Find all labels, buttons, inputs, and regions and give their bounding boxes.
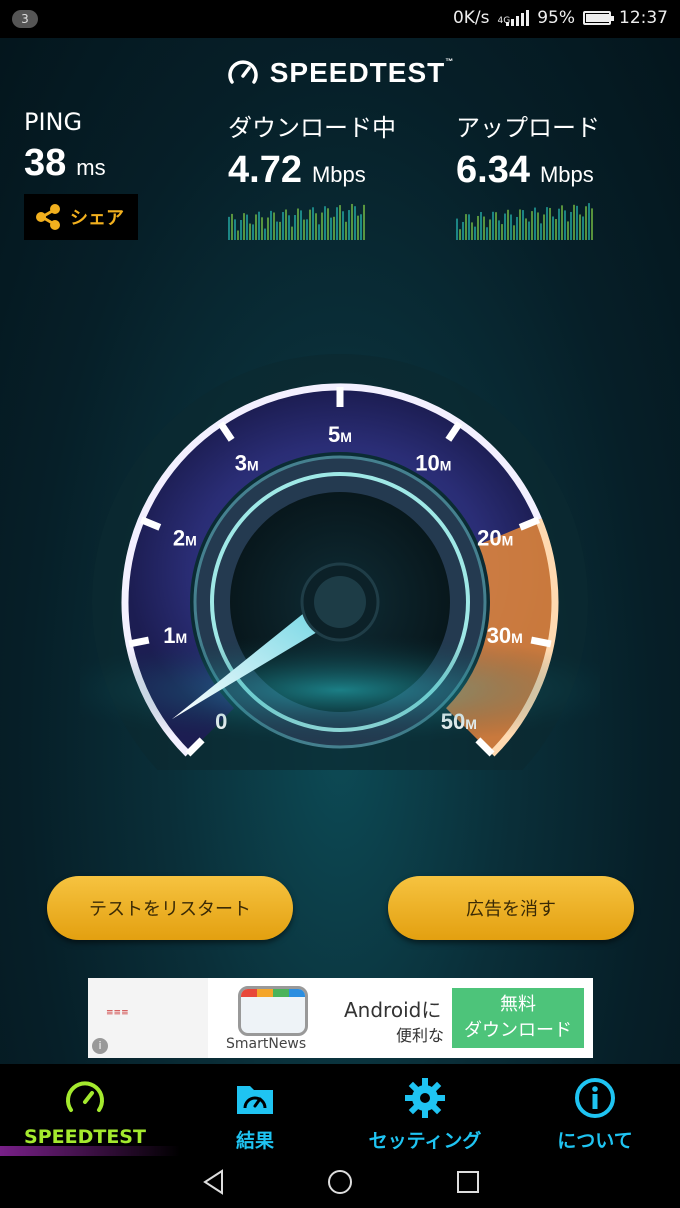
tab-speedtest-label: SPEEDTEST — [24, 1126, 146, 1148]
ad-cta-line1: 無料 — [500, 994, 536, 1015]
net-speed: 0K/s — [452, 8, 490, 28]
ping-metric: PING 38 ms — [24, 108, 106, 185]
tab-about-label: について — [557, 1130, 633, 1152]
remove-ads-button[interactable]: 広告を消す — [388, 876, 634, 940]
system-nav-bar — [0, 1156, 680, 1208]
battery-percent: 95% — [537, 8, 575, 28]
speed-gauge: 01M2M3M5M10M20M30M50M — [80, 354, 600, 770]
home-icon[interactable] — [326, 1168, 354, 1196]
upload-label: アップロード — [456, 114, 600, 142]
ping-unit: ms — [76, 155, 106, 180]
ad-brand: SmartNews — [226, 1036, 307, 1052]
share-icon — [36, 204, 60, 230]
info-icon — [575, 1078, 615, 1118]
download-metric: ダウンロード中 4.72 Mbps — [228, 108, 396, 192]
clock: 12:37 — [619, 8, 668, 28]
signal-icon — [506, 10, 530, 26]
notification-count: 3 — [12, 10, 38, 28]
status-bar: 3 0K/s 4G 95% 12:37 — [0, 0, 680, 38]
download-label: ダウンロード中 — [228, 114, 396, 142]
gauge-tick — [128, 636, 150, 648]
battery-icon — [583, 11, 614, 25]
ad-subline: 便利な — [396, 1026, 445, 1045]
ad-info-icon[interactable]: i — [92, 1038, 108, 1054]
tab-speedtest[interactable]: SPEEDTEST — [0, 1064, 180, 1156]
results-folder-icon — [237, 1086, 273, 1114]
gear-icon — [405, 1078, 445, 1118]
status-indicators: 0K/s 4G 95% 12:37 — [453, 8, 668, 28]
ad-small-image: ≡≡≡ — [106, 1008, 129, 1018]
ad-download-button[interactable]: 無料 ダウンロード — [452, 988, 584, 1048]
download-sparkline — [228, 203, 365, 240]
ad-cta-line2: ダウンロード — [464, 1020, 572, 1041]
recents-icon[interactable] — [454, 1168, 482, 1196]
upload-unit: Mbps — [539, 162, 594, 187]
app-header: SPEEDTEST™ — [0, 56, 680, 90]
share-button[interactable]: シェア — [24, 194, 138, 240]
tab-settings[interactable]: セッティング — [340, 1064, 510, 1156]
upload-sparkline — [456, 203, 593, 240]
gauge-tick — [530, 636, 552, 648]
tab-results-label: 結果 — [235, 1130, 274, 1152]
download-value: 4.72 Mbps — [228, 149, 366, 191]
bottom-tab-bar: SPEEDTEST 結果 セッティング について — [0, 1064, 680, 1156]
download-unit: Mbps — [311, 162, 366, 187]
app-title: SPEEDTEST™ — [269, 57, 455, 88]
speedometer-logo-icon — [228, 60, 258, 84]
speedometer-icon — [66, 1081, 104, 1112]
ad-headline: Androidに — [344, 998, 442, 1022]
ad-banner[interactable]: ≡≡≡ i SmartNews Androidに 便利な 無料 ダウンロード — [88, 978, 593, 1058]
upload-value: 6.34 Mbps — [456, 149, 594, 191]
upload-metric: アップロード 6.34 Mbps — [456, 108, 600, 192]
smartnews-logo-icon — [238, 986, 308, 1036]
ad-left-panel: ≡≡≡ i — [88, 978, 208, 1058]
restart-test-button[interactable]: テストをリスタート — [47, 876, 293, 940]
ping-value: 38 ms — [24, 142, 106, 184]
tab-settings-label: セッティング — [368, 1130, 482, 1152]
tab-results[interactable]: 結果 — [170, 1064, 340, 1156]
tab-about[interactable]: について — [510, 1064, 680, 1156]
share-label: シェア — [70, 208, 124, 229]
back-icon[interactable] — [200, 1168, 228, 1196]
ping-label: PING — [24, 108, 83, 136]
